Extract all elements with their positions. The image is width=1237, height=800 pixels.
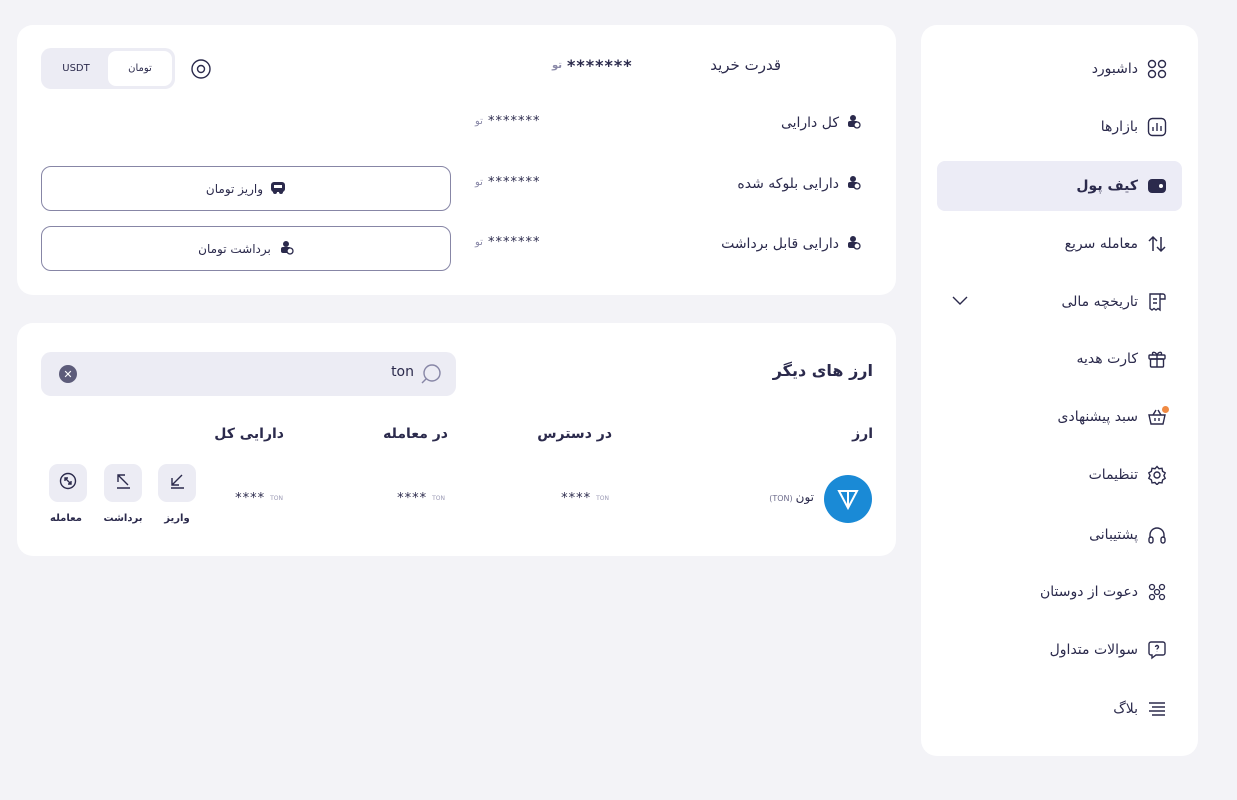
users-icon [1147,582,1167,602]
blocked-assets-label: دارایی بلوکه شده [737,174,861,194]
sidebar-item-label: کیف پول [1076,178,1138,194]
trade-label: معامله [50,513,82,524]
withdraw-button[interactable] [104,464,142,502]
headset-icon [1147,525,1167,545]
toman-icon: تو [552,60,563,71]
sidebar-item-label: تاریخچه مالی [1061,294,1138,310]
sidebar-item-settings[interactable]: تنظیمات [937,450,1182,500]
sidebar-item-dashboard[interactable]: داشبورد [937,44,1182,94]
coin-name: تون (TON) [769,490,814,504]
gift-icon [1147,349,1167,369]
coins-icon [845,234,861,254]
basket-icon [1147,406,1169,427]
sidebar-item-label: بازارها [1100,119,1138,135]
column-header-total: دارایی کل [214,426,284,442]
gear-icon [1147,465,1167,485]
currency-option-toman[interactable]: تومان [108,51,172,86]
sidebar-item-invite-friends[interactable]: دعوت از دوستان [937,567,1182,617]
sidebar-item-financial-history[interactable]: تاریخچه مالی [937,277,1182,327]
dashboard-icon [1147,59,1167,79]
sidebar-item-label: تنظیمات [1088,467,1138,483]
withdraw-label: برداشت [103,513,143,524]
markets-icon [1147,117,1167,137]
sidebar-item-label: پشتیبانی [1089,527,1138,543]
sidebar-item-label: کارت هدیه [1076,351,1138,367]
chevron-down-icon[interactable] [951,294,969,310]
wallet-icon [1147,176,1167,196]
sidebar-item-label: سوالات متداول [1049,642,1138,658]
arrow-down-left-icon [168,472,186,494]
coins-icon [845,174,861,194]
sidebar-item-label: سبد پیشنهادی [1057,409,1139,425]
column-header-available: در دسترس [537,426,612,442]
currency-option-usdt[interactable]: USDT [44,51,108,86]
trade-button[interactable] [49,464,87,502]
other-currencies-card: ارز های دیگر ton ✕ ارز در دسترس در معامل… [17,323,896,556]
available-value: TON **** [561,491,609,506]
sidebar-item-faq[interactable]: سوالات متداول [937,625,1182,675]
sidebar-item-support[interactable]: پشتیبانی [937,510,1182,560]
sidebar-item-label: معامله سریع [1064,236,1138,252]
blocked-assets-value: ******* تو [475,175,541,190]
column-header-currency: ارز [852,426,873,442]
sidebar-item-suggested-basket[interactable]: سبد پیشنهادی [937,392,1182,442]
toman-icon: تو [475,116,483,127]
sidebar-item-gift-card[interactable]: کارت هدیه [937,334,1182,384]
deposit-label: واریز [164,513,190,524]
receipt-icon [1147,292,1167,312]
search-icon [420,363,442,389]
withdrawable-assets-value: ******* تو [475,235,541,250]
trade-icon [59,472,77,494]
sidebar-item-markets[interactable]: بازارها [937,102,1182,152]
faq-icon [1147,640,1167,660]
sidebar-item-wallet[interactable]: کیف پول [937,161,1182,211]
buying-power-value: ******* تو [552,56,633,75]
notification-dot [1162,406,1169,413]
wallet-summary-card: قدرت خرید ******* تو کل دارایی ******* ت… [17,25,896,295]
coins-icon [278,239,294,258]
sidebar: داشبورد بازارها کیف پول معامله سریع تاری… [921,25,1198,756]
menu-lines-icon [1147,699,1167,719]
search-input[interactable]: ton ✕ [41,352,456,396]
column-header-in-trade: در معامله [383,426,448,442]
total-assets-value: ******* تو [475,114,541,129]
search-query: ton [391,364,414,380]
toman-icon: تو [475,237,483,248]
deposit-toman-button[interactable]: واریز تومان [41,166,451,211]
in-trade-value: TON **** [397,491,445,506]
currency-toggle: USDT تومان [41,48,175,89]
sidebar-item-label: دعوت از دوستان [1039,584,1138,600]
eye-icon[interactable] [190,58,212,84]
coins-icon [845,113,861,133]
arrow-up-left-icon [114,472,132,494]
total-value: TON **** [235,491,283,506]
ton-logo-icon [824,475,872,523]
deposit-icon [270,179,286,198]
buying-power-label: قدرت خرید [710,56,781,74]
sidebar-item-label: بلاگ [1113,701,1138,717]
sidebar-item-blog[interactable]: بلاگ [937,684,1182,734]
clear-search-icon[interactable]: ✕ [59,365,77,383]
toman-icon: تو [475,177,483,188]
withdraw-toman-button[interactable]: برداشت تومان [41,226,451,271]
total-assets-label: کل دارایی [781,113,861,133]
sidebar-item-quick-trade[interactable]: معامله سریع [937,219,1182,269]
withdrawable-assets-label: دارایی قابل برداشت [721,234,861,254]
swap-arrows-icon [1147,234,1167,254]
sidebar-item-label: داشبورد [1091,61,1138,77]
deposit-button[interactable] [158,464,196,502]
section-title: ارز های دیگر [772,361,873,380]
